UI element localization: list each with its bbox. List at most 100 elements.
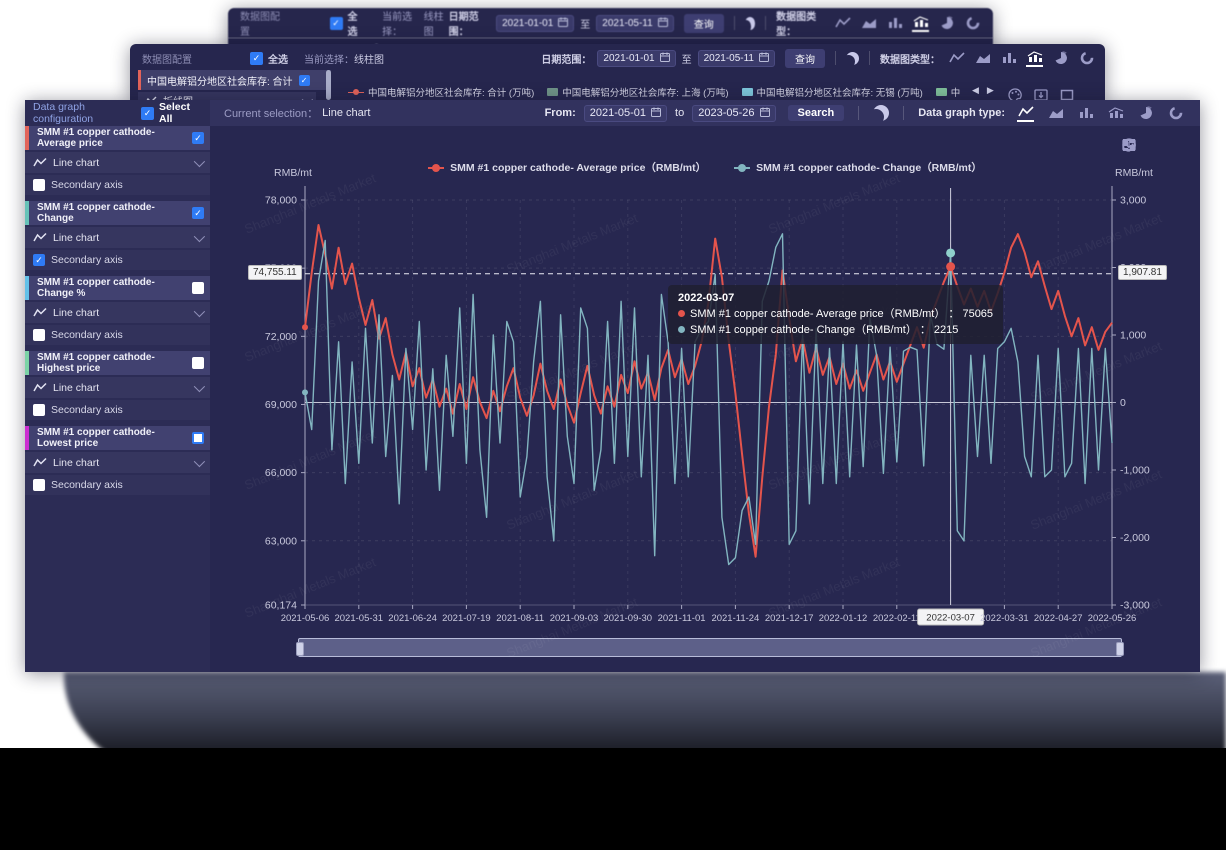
svg-text:2021-11-01: 2021-11-01 [658,613,706,624]
legend-item[interactable]: 中国电解铝分地区社会库存: 南海 (万吨) [936,85,960,99]
secondary-axis-checkbox[interactable] [33,179,45,191]
legend-item[interactable]: 中国电解铝分地区社会库存: 无锡 (万吨) [742,85,923,99]
date-from-input[interactable]: 2021-01-01 [496,15,574,32]
date-to-input[interactable]: 2021-05-11 [596,15,673,32]
series-title-row[interactable]: SMM #1 copper cathode- Highest price [25,351,210,375]
select-all-checkbox[interactable]: ✓ [141,107,154,120]
svg-text:2021-08-11: 2021-08-11 [496,613,544,624]
legend-prev-icon[interactable]: ◀ [972,85,979,96]
legend-item[interactable]: SMM #1 copper cathode- Average price（RMB… [428,160,706,175]
donut-chart-icon[interactable] [1167,106,1184,121]
chart-type-dropdown[interactable]: Line chart [25,152,210,173]
datazoom-slider[interactable] [298,638,1122,657]
chart-type-dropdown[interactable]: Line chart [25,227,210,248]
chart-type-value: Line chart [53,232,99,244]
bar-chart-icon[interactable] [886,16,903,31]
select-all-checkbox[interactable]: ✓ [250,52,263,65]
dark-mode-icon[interactable] [846,52,859,65]
donut-chart-icon[interactable] [1078,51,1095,66]
pie-chart-icon[interactable] [1137,106,1154,121]
secondary-axis-checkbox[interactable] [33,404,45,416]
secondary-axis-label: Secondary axis [51,479,123,491]
sidebar-title: Data graph configuration [33,101,141,125]
series-checkbox[interactable]: ✓ [192,132,204,144]
chevron-down-icon [194,230,205,241]
bar-line-chart-icon[interactable] [912,15,929,32]
select-all-checkbox[interactable]: ✓ [330,17,343,30]
series-checkbox[interactable] [192,432,204,444]
secondary-axis-checkbox[interactable] [33,479,45,491]
bar-line-chart-icon[interactable] [1026,50,1043,67]
area-chart-icon[interactable] [974,51,991,66]
legend-item[interactable]: 中国电解铝分地区社会库存: 上海 (万吨) [547,85,728,99]
secondary-axis-row[interactable]: Secondary axis [25,400,210,420]
line-chart-icon[interactable] [948,51,965,66]
series-label: SMM #1 copper cathode- Change [37,202,192,224]
secondary-axis-row[interactable]: ✓Secondary axis [25,250,210,270]
area-chart-icon[interactable] [860,16,877,31]
window-title: 数据图配置 [240,8,282,38]
chart-type-icons[interactable] [1017,105,1184,122]
secondary-axis-row[interactable]: Secondary axis [25,325,210,345]
data-graph-type-label: 数据图类型： [776,8,826,38]
date-from-input[interactable]: 2021-01-01 [597,50,675,67]
secondary-axis-row[interactable]: Secondary axis [25,175,210,195]
to-label: 至 [682,51,692,66]
bar-chart-icon[interactable] [1000,51,1017,66]
series-title-row[interactable]: SMM #1 copper cathode- Lowest price [25,426,210,450]
series-title-row[interactable]: SMM #1 copper cathode- Average price✓ [25,126,210,150]
series-checkbox[interactable] [192,357,204,369]
series-title-row[interactable]: SMM #1 copper cathode- Change✓ [25,201,210,225]
series-item[interactable]: 中国电解铝分地区社会库存: 合计 ✓ [138,70,331,90]
date-to-input[interactable]: 2021-05-11 [698,50,775,67]
datazoom-right-handle[interactable] [1116,642,1124,656]
current-selection-label: 当前选择： [382,8,424,38]
datazoom-left-handle[interactable] [296,642,304,656]
chart-type-dropdown[interactable]: Line chart [25,302,210,323]
donut-chart-icon[interactable] [964,16,981,31]
chart-type-icons[interactable] [948,50,1095,67]
svg-text:66,000: 66,000 [265,467,297,479]
svg-text:3,000: 3,000 [1120,195,1146,207]
legend-item[interactable]: 中国电解铝分地区社会库存: 合计 (万吨) [348,85,534,99]
series-checkbox[interactable] [192,282,204,294]
chart-type-dropdown[interactable]: Line chart [25,452,210,473]
bar-line-chart-icon[interactable] [1107,106,1124,121]
line-chart[interactable]: 78,00075,00072,00069,00066,00063,00060,1… [210,126,1200,672]
search-button[interactable]: 查询 [684,14,724,33]
series-label: SMM #1 copper cathode- Change % [37,277,192,299]
secondary-axis-row[interactable]: Secondary axis [25,475,210,495]
current-selection-value: 线柱图 [354,51,384,66]
secondary-axis-checkbox[interactable] [33,329,45,341]
chart-legend[interactable]: 中国电解铝分地区社会库存: 合计 (万吨) 中国电解铝分地区社会库存: 上海 (万… [348,84,960,100]
chart-legend[interactable]: SMM #1 copper cathode- Average price（RMB… [210,160,1200,175]
dark-mode-icon[interactable] [745,17,756,30]
series-title-row[interactable]: SMM #1 copper cathode- Change % [25,276,210,300]
series-checkbox[interactable]: ✓ [299,75,310,86]
chart-type-dropdown[interactable]: Line chart [25,377,210,398]
legend-next-icon[interactable]: ▶ [987,85,994,96]
line-chart-icon[interactable] [834,16,851,31]
date-from-input[interactable]: 2021-05-01 [584,105,667,122]
scrollbar[interactable] [326,70,331,100]
series-checkbox[interactable]: ✓ [192,207,204,219]
bar-chart-icon[interactable] [1077,106,1094,121]
line-chart-icon[interactable] [1017,105,1034,122]
area-chart-icon[interactable] [1047,106,1064,121]
dark-mode-icon[interactable] [873,105,889,121]
line-chart-icon [33,157,47,168]
pie-chart-icon[interactable] [938,16,955,31]
series-label: SMM #1 copper cathode- Lowest price [37,427,192,449]
svg-text:69,000: 69,000 [265,399,297,411]
series-group: SMM #1 copper cathode- Change✓Line chart… [25,201,210,270]
legend-item[interactable]: SMM #1 copper cathode- Change（RMB/mt） [734,160,982,175]
svg-text:63,000: 63,000 [265,535,297,547]
svg-text:2022-02-11: 2022-02-11 [873,613,921,624]
chart-type-icons[interactable] [834,15,981,32]
pie-chart-icon[interactable] [1052,51,1069,66]
search-button[interactable]: Search [788,105,845,121]
current-selection-value: 线柱图 [424,8,449,38]
secondary-axis-checkbox[interactable]: ✓ [33,254,45,266]
search-button[interactable]: 查询 [785,49,825,68]
date-to-input[interactable]: 2023-05-26 [692,105,775,122]
